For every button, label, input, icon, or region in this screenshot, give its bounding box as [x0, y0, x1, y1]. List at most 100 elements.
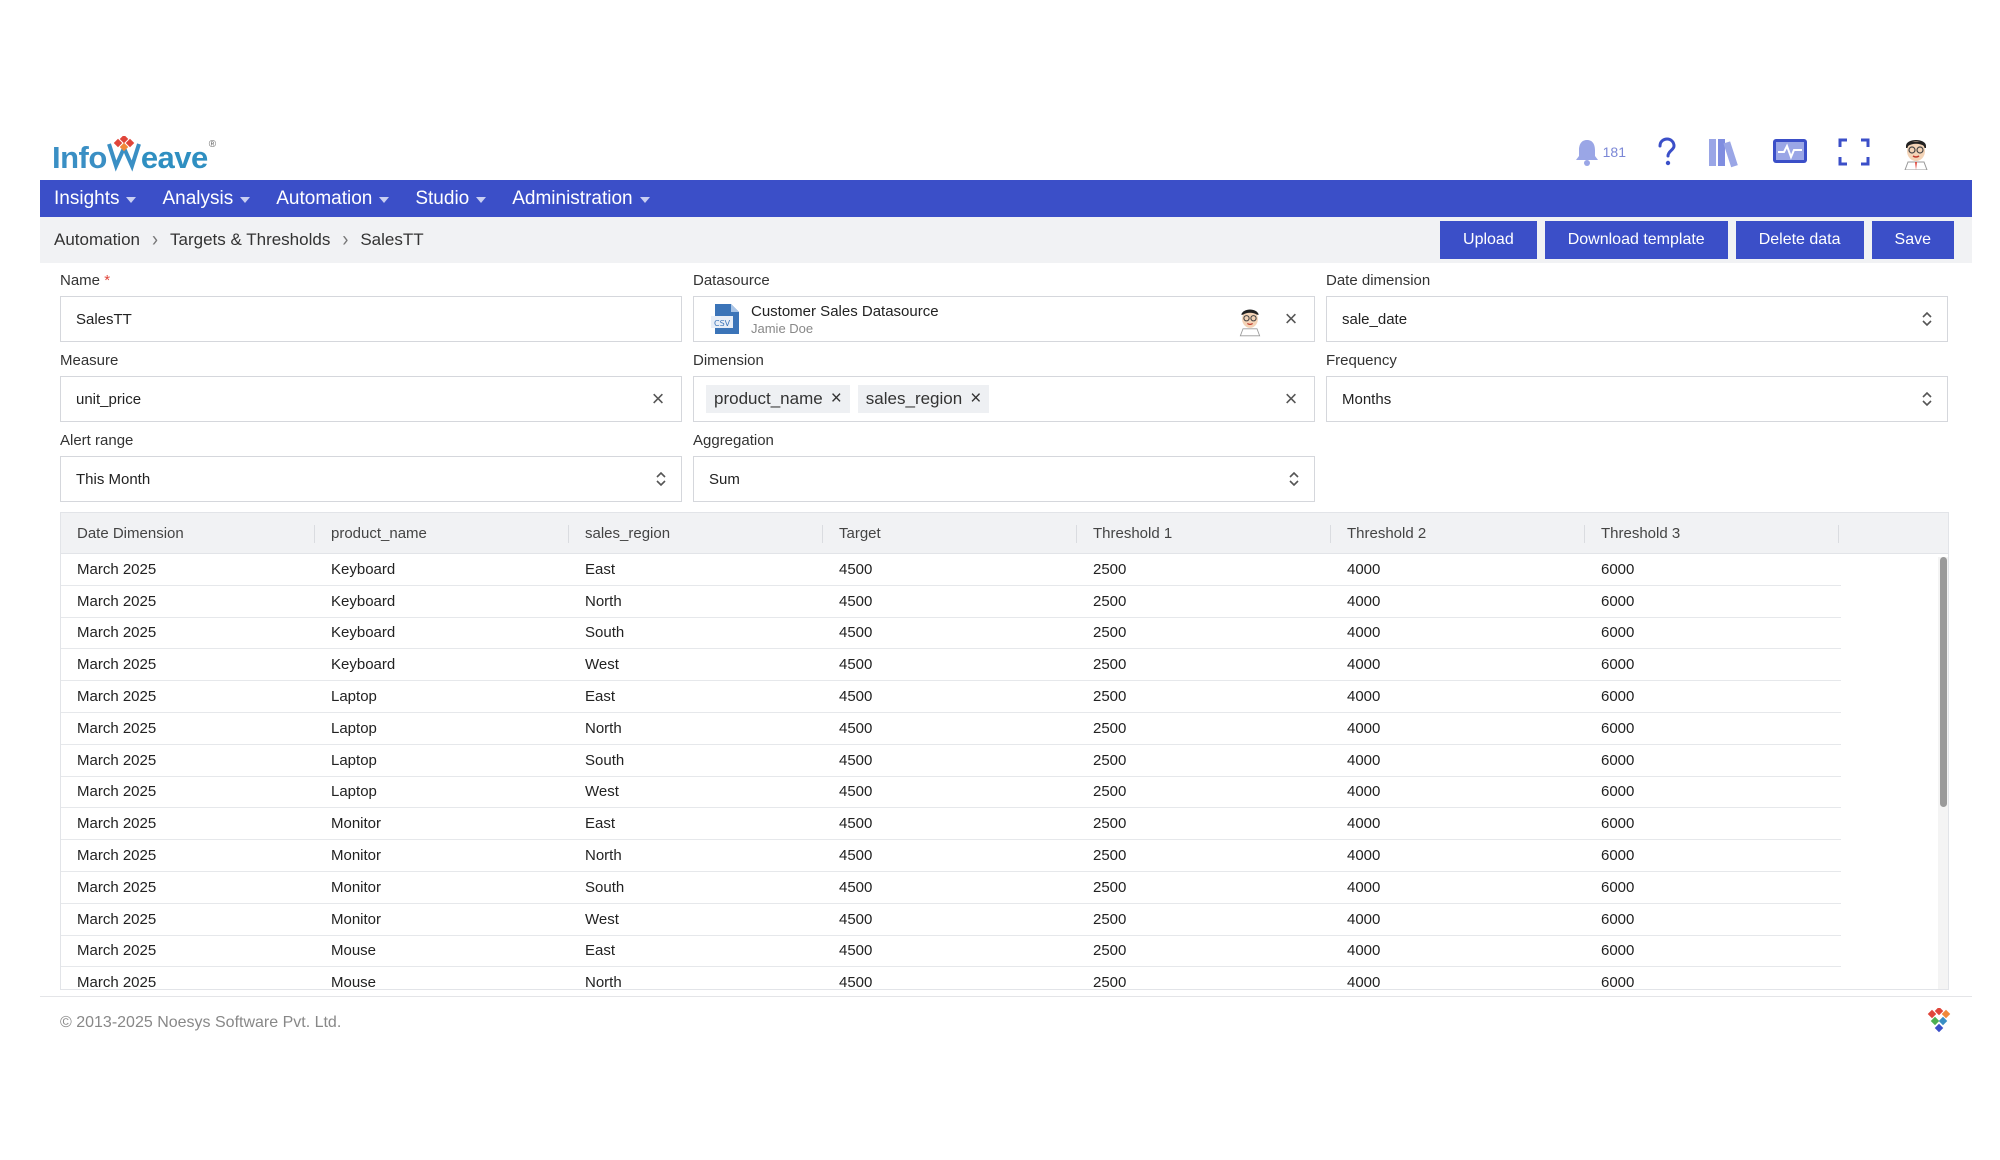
- table-cell: 4000: [1347, 974, 1381, 990]
- table-cell: 4000: [1347, 624, 1381, 642]
- library-button[interactable]: [1708, 136, 1742, 168]
- name-value: SalesTT: [76, 310, 132, 328]
- table-row[interactable]: March 2025 Monitor South 4500 2500 4000 6000: [61, 872, 1841, 904]
- footer-divider: [40, 996, 1972, 997]
- delete-data-button[interactable]: Delete data: [1735, 221, 1864, 259]
- table-row[interactable]: March 2025 Laptop West 4500 2500 4000 6000: [61, 777, 1841, 809]
- clear-datasource-icon[interactable]: ×: [1280, 308, 1302, 330]
- table-cell: 4500: [839, 942, 873, 960]
- column-header[interactable]: Threshold 2: [1331, 513, 1585, 554]
- nav-analysis[interactable]: Analysis: [162, 188, 251, 210]
- table-row[interactable]: March 2025 Laptop South 4500 2500 4000 6000: [61, 745, 1841, 777]
- column-header[interactable]: Target: [823, 513, 1077, 554]
- help-button[interactable]: [1656, 137, 1678, 167]
- table-cell: Keyboard: [331, 592, 396, 610]
- user-menu-button[interactable]: [1900, 134, 1932, 170]
- table-cell: East: [585, 815, 616, 833]
- table-row[interactable]: March 2025 Keyboard West 4500 2500 4000 6000: [61, 649, 1841, 682]
- targets-table: Date Dimension product_name sales_region…: [60, 512, 1949, 990]
- chip-label: sales_region: [865, 389, 963, 408]
- chevron-right-icon: ›: [342, 226, 349, 251]
- table-cell: March 2025: [77, 910, 157, 928]
- column-header[interactable]: Threshold 1: [1077, 513, 1331, 554]
- measure-select[interactable]: unit_price ×: [60, 376, 682, 422]
- column-header[interactable]: Date Dimension: [61, 513, 315, 554]
- clear-measure-icon[interactable]: ×: [647, 388, 669, 410]
- table-row[interactable]: March 2025 Laptop East 4500 2500 4000 6000: [61, 681, 1841, 713]
- table-row[interactable]: March 2025 Keyboard South 4500 2500 4000 6000: [61, 618, 1841, 650]
- bell-icon: [1575, 140, 1598, 166]
- frequency-select[interactable]: Months: [1326, 376, 1948, 422]
- notifications-button[interactable]: 181: [1574, 138, 1626, 166]
- nav-studio-label: Studio: [415, 187, 470, 209]
- dimension-field-group: Dimension product_name × sales_region × ×: [693, 352, 1315, 422]
- table-cell: 6000: [1601, 815, 1635, 833]
- nav-studio[interactable]: Studio: [415, 187, 487, 210]
- clear-dimension-icon[interactable]: ×: [1280, 388, 1302, 410]
- table-cell: South: [585, 624, 625, 642]
- scrollbar-thumb[interactable]: [1940, 557, 1947, 807]
- table-cell: 2500: [1093, 656, 1127, 674]
- table-cell: Keyboard: [331, 560, 396, 578]
- dimension-multiselect[interactable]: product_name × sales_region × ×: [693, 376, 1315, 422]
- table-row[interactable]: March 2025 Mouse North 4500 2500 4000 6000: [61, 967, 1841, 990]
- breadcrumb-targets-thresholds[interactable]: Targets & Thresholds: [170, 230, 330, 250]
- fullscreen-button[interactable]: [1838, 138, 1870, 166]
- table-scrollbar[interactable]: [1938, 557, 1948, 989]
- table-cell: 4500: [839, 910, 873, 928]
- table-cell: 6000: [1601, 783, 1635, 801]
- table-cell: 4500: [839, 656, 873, 674]
- table-row[interactable]: March 2025 Keyboard East 4500 2500 4000 6000: [61, 554, 1841, 586]
- name-input[interactable]: SalesTT: [60, 296, 682, 342]
- alert-range-label: Alert range: [60, 432, 134, 449]
- table-row[interactable]: March 2025 Monitor West 4500 2500 4000 6000: [61, 904, 1841, 936]
- table-cell: March 2025: [77, 974, 157, 990]
- table-cell: 6000: [1601, 656, 1635, 674]
- table-row[interactable]: March 2025 Monitor North 4500 2500 4000 6000: [61, 840, 1841, 872]
- table-row[interactable]: March 2025 Monitor East 4500 2500 4000 6000: [61, 808, 1841, 841]
- table-cell: 4500: [839, 719, 873, 737]
- column-header[interactable]: product_name: [315, 513, 569, 554]
- alert-range-select[interactable]: This Month: [60, 456, 682, 502]
- column-header[interactable]: Threshold 3: [1585, 513, 1839, 554]
- table-cell: 4000: [1347, 878, 1381, 896]
- date-dimension-field-group: Date dimension sale_date: [1326, 272, 1948, 342]
- remove-chip-icon[interactable]: ×: [970, 388, 981, 410]
- chevron-down-icon: [240, 197, 251, 203]
- chevron-down-icon: [126, 197, 137, 203]
- footer-logo-icon: [1927, 1008, 1951, 1033]
- nav-administration[interactable]: Administration: [512, 188, 650, 210]
- datasource-select[interactable]: CSV Customer Sales Datasource Jamie Doe …: [693, 296, 1315, 342]
- column-header[interactable]: sales_region: [569, 513, 823, 554]
- breadcrumb-automation[interactable]: Automation: [54, 230, 140, 250]
- table-cell: 6000: [1601, 688, 1635, 706]
- table-cell: 6000: [1601, 624, 1635, 642]
- save-button[interactable]: Save: [1871, 221, 1954, 259]
- table-cell: March 2025: [77, 751, 157, 769]
- remove-chip-icon[interactable]: ×: [831, 388, 842, 410]
- table-cell: March 2025: [77, 815, 157, 833]
- required-mark: *: [104, 272, 111, 289]
- table-row[interactable]: March 2025 Keyboard North 4500 2500 4000 6000: [61, 586, 1841, 618]
- table-cell: 4500: [839, 751, 873, 769]
- table-cell: March 2025: [77, 592, 157, 610]
- download-template-button[interactable]: Download template: [1544, 221, 1728, 259]
- table-row[interactable]: March 2025 Mouse East 4500 2500 4000 6000: [61, 936, 1841, 968]
- nav-insights[interactable]: Insights: [54, 188, 137, 210]
- monitor-button[interactable]: [1772, 137, 1808, 167]
- table-cell: Laptop: [331, 688, 377, 706]
- aggregation-select[interactable]: Sum: [693, 456, 1315, 502]
- table-cell: 4000: [1347, 910, 1381, 928]
- alert-range-value: This Month: [76, 470, 151, 488]
- table-row[interactable]: March 2025 Laptop North 4500 2500 4000 6000: [61, 713, 1841, 745]
- table-cell: 2500: [1093, 751, 1127, 769]
- date-dimension-select[interactable]: sale_date: [1326, 296, 1948, 342]
- upload-button[interactable]: Upload: [1440, 221, 1537, 259]
- nav-automation[interactable]: Automation: [276, 188, 390, 210]
- breadcrumb-current: SalesTT: [360, 229, 424, 249]
- table-cell: 4000: [1347, 815, 1381, 833]
- infoweave-logo[interactable]: Info eave ®: [52, 128, 216, 176]
- table-cell: March 2025: [77, 942, 157, 960]
- table-cell: East: [585, 560, 616, 578]
- logo-text-info: Info: [52, 140, 107, 175]
